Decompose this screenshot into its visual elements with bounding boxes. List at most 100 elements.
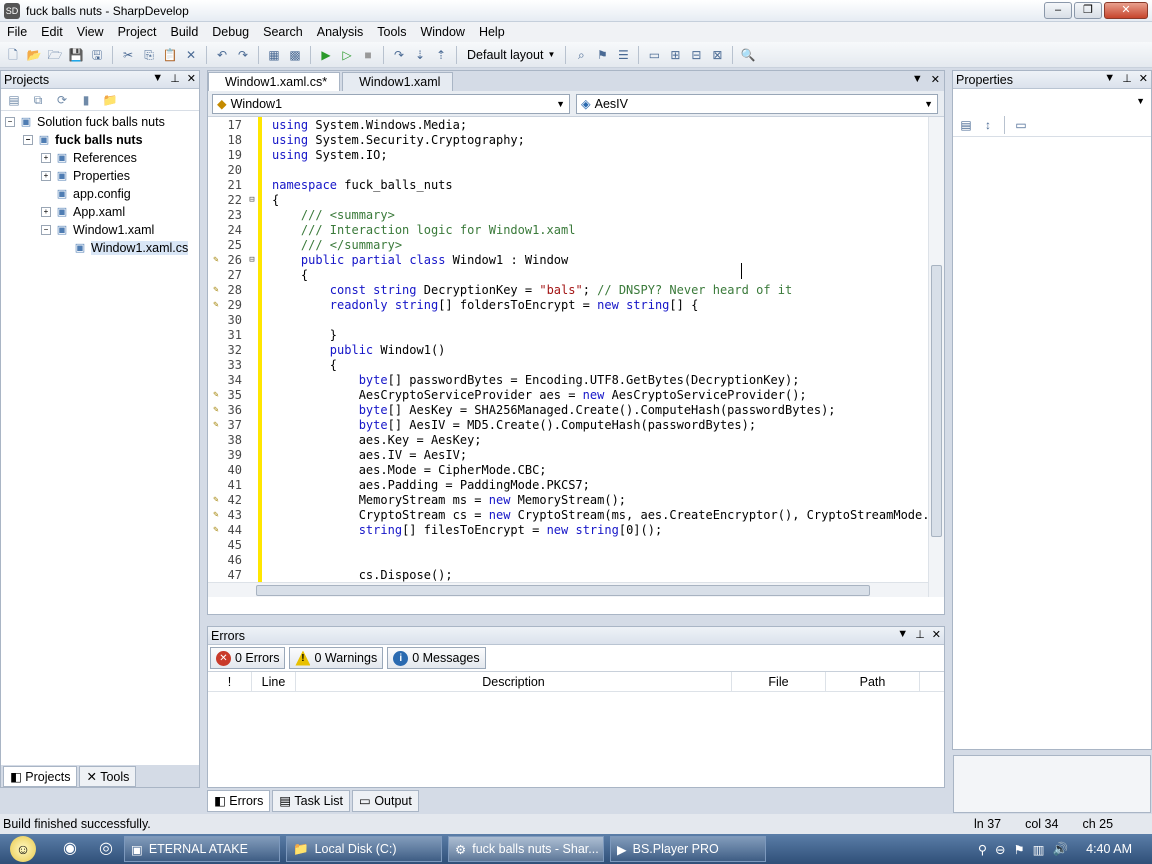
code-line[interactable]: 32 public Window1() [208,342,944,357]
build-icon[interactable]: ▦ [265,46,283,64]
code-line[interactable]: 18 using System.Security.Cryptography; [208,132,944,147]
dropdown-icon[interactable]: ▼ [897,628,908,641]
undo-icon[interactable]: ↶ [213,46,231,64]
horizontal-scroll-thumb[interactable] [256,585,870,596]
paste-icon[interactable]: 📋 [161,46,179,64]
indent-icon[interactable]: ☰ [614,46,632,64]
volume-icon[interactable]: 🔊 [1053,842,1069,857]
property-pages-icon[interactable]: ▭ [1012,116,1030,134]
tab-task-list[interactable]: ▤ Task List [272,790,351,812]
tree-item[interactable]: − ▣ fuck balls nuts [5,131,199,149]
expand-icon[interactable]: + [41,207,51,217]
alphabetical-icon[interactable]: ↕ [979,116,997,134]
properties-object-combo[interactable]: ▼ [955,91,1149,111]
code-line[interactable]: 41 aes.Padding = PaddingMode.PKCS7; [208,477,944,492]
tree-item[interactable]: ▣ Window1.xaml.cs [5,239,199,257]
folder-icon[interactable]: 📁 [101,91,119,109]
collapse-all-icon[interactable]: ▮ [77,91,95,109]
step-over-icon[interactable]: ↷ [390,46,408,64]
code-line[interactable]: ✎ 26 ⊟ public partial class Window1 : Wind… [208,252,944,267]
firefox-icon[interactable]: ◎ [94,837,118,861]
menu-window[interactable]: Window [413,25,471,39]
horizontal-scrollbar[interactable] [208,582,928,597]
flag-icon[interactable]: ⚑ [1014,842,1025,857]
column-line[interactable]: Line [252,672,296,691]
task-eternal-atake[interactable]: ▣ ETERNAL ATAKE [124,836,280,862]
menu-analysis[interactable]: Analysis [310,25,371,39]
menu-debug[interactable]: Debug [205,25,256,39]
expand-icon[interactable]: + [41,153,51,163]
bookmark-icon[interactable]: ⚑ [593,46,611,64]
code-line[interactable]: 33 { [208,357,944,372]
prev-bookmark-icon[interactable]: ⊟ [687,46,705,64]
tree-item[interactable]: − ▣ Window1.xaml [5,221,199,239]
code-line[interactable]: 34 byte[] passwordBytes = Encoding.UTF8.… [208,372,944,387]
code-line[interactable]: 23 /// <summary> [208,207,944,222]
step-out-icon[interactable]: ⇡ [432,46,450,64]
open-solution-icon[interactable]: 🗁 [46,46,64,64]
pin-icon[interactable]: ⊥ [170,72,180,85]
delete-icon[interactable]: ✕ [182,46,200,64]
collapse-icon[interactable]: − [41,225,51,235]
warnings-filter-button[interactable]: ! 0 Warnings [289,647,384,669]
maximize-button[interactable]: ❐ [1074,2,1102,19]
menu-edit[interactable]: Edit [34,25,70,39]
dropdown-icon[interactable]: ▼ [1104,72,1115,85]
fold-icon[interactable]: ⊟ [246,255,258,265]
tree-item[interactable]: + ▣ Properties [5,167,199,185]
code-line[interactable]: 22 ⊟ { [208,192,944,207]
code-line[interactable]: 45 [208,537,944,552]
menu-build[interactable]: Build [163,25,205,39]
copy-icon[interactable]: ⎘ [140,46,158,64]
column-severity[interactable]: ! [208,672,252,691]
code-line[interactable]: 30 [208,312,944,327]
menu-search[interactable]: Search [256,25,310,39]
collapse-icon[interactable]: − [5,117,15,127]
vertical-scroll-thumb[interactable] [931,265,942,537]
code-line[interactable]: ✎ 42 MemoryStream ms = new MemoryStream()… [208,492,944,507]
code-line[interactable]: ✎ 37 byte[] AesIV = MD5.Create().ComputeH… [208,417,944,432]
code-line[interactable]: ✎ 44 string[] filesToEncrypt = new string… [208,522,944,537]
code-line[interactable]: ✎ 36 byte[] AesKey = SHA256Managed.Create… [208,402,944,417]
minimize-button[interactable]: – [1044,2,1072,19]
step-into-icon[interactable]: ⇣ [411,46,429,64]
messages-filter-button[interactable]: i0 Messages [387,647,486,669]
collapse-icon[interactable]: − [23,135,33,145]
refresh-icon[interactable]: ⟳ [53,91,71,109]
close-icon[interactable]: ✕ [932,628,941,641]
tree-item[interactable]: + ▣ App.xaml [5,203,199,221]
project-properties-icon[interactable]: ▤ [5,91,23,109]
menu-file[interactable]: File [0,25,34,39]
save-all-icon[interactable]: 🖫 [88,46,106,64]
code-line[interactable]: 31 } [208,327,944,342]
menu-tools[interactable]: Tools [370,25,413,39]
vertical-scrollbar[interactable] [928,117,944,597]
close-button[interactable]: ✕ [1104,2,1148,19]
show-all-files-icon[interactable]: ⧉ [29,91,47,109]
layout-dropdown[interactable]: Default layout ▼ [463,48,559,62]
code-line[interactable]: 20 [208,162,944,177]
tab-list-icon[interactable]: ▼ [912,73,923,86]
chrome-icon[interactable]: ◉ [58,837,82,861]
stop-icon[interactable]: ■ [359,46,377,64]
menu-help[interactable]: Help [472,25,512,39]
pin-icon[interactable]: ⊥ [1122,72,1132,85]
comment-icon[interactable]: ▭ [645,46,663,64]
categorized-icon[interactable]: ▤ [957,116,975,134]
new-file-icon[interactable]: 🗋 [4,46,22,64]
save-icon[interactable]: 💾 [67,46,85,64]
task-sharpdevelop[interactable]: ⚙ fuck balls nuts - Shar... [448,836,604,862]
tab-projects[interactable]: ◧ Projects [3,765,78,787]
errors-filter-button[interactable]: ✕ 0 Errors [210,647,286,669]
code-line[interactable]: 21 namespace fuck_balls_nuts [208,177,944,192]
code-line[interactable]: 19 using System.IO; [208,147,944,162]
code-line[interactable]: 25 /// </summary> [208,237,944,252]
build-solution-icon[interactable]: ▩ [286,46,304,64]
tab-tools[interactable]: ✕ Tools [79,765,137,787]
pin-icon[interactable]: ⊥ [915,628,925,641]
task-local-disk[interactable]: 📁 Local Disk (C:) [286,836,442,862]
class-combo[interactable]: ◆ Window1 ▼ [212,93,570,114]
code-line[interactable]: 24 /// Interaction logic for Window1.xam… [208,222,944,237]
cut-icon[interactable]: ✂ [119,46,137,64]
code-line[interactable]: 47 cs.Dispose(); [208,567,944,582]
